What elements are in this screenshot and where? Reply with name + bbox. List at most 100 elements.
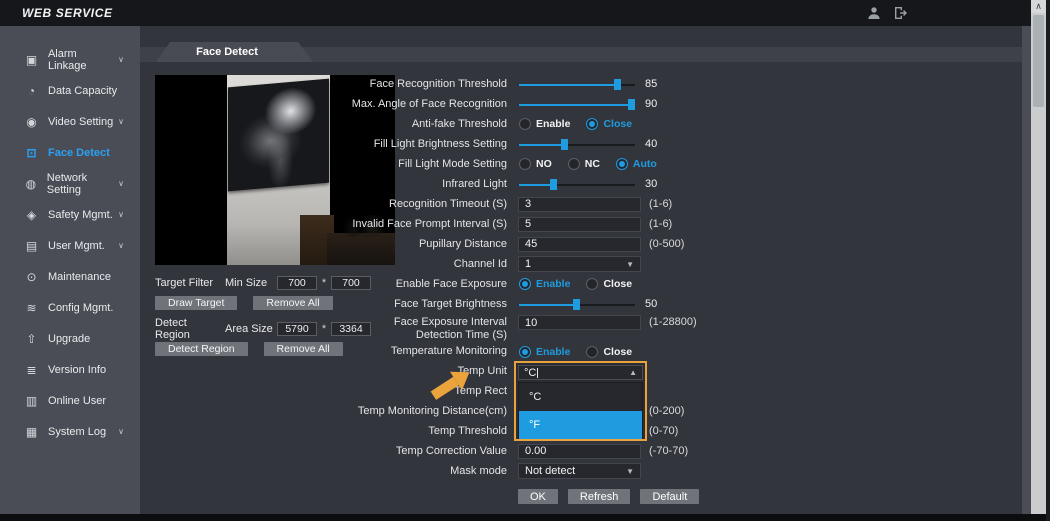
face-target-brightness-slider[interactable]: [519, 299, 635, 310]
anti-fake-enable-radio[interactable]: [519, 118, 531, 130]
pupillary-distance-input[interactable]: [518, 237, 641, 252]
field-label: Face Recognition Threshold: [300, 78, 513, 91]
temp-unit-select[interactable]: °C ▲: [518, 365, 643, 380]
field-label: Temp Threshold: [300, 425, 513, 438]
anti-fake-close-radio[interactable]: [586, 118, 598, 130]
field-label: Fill Light Mode Setting: [300, 158, 513, 171]
temp-unit-option-celsius[interactable]: °C: [519, 383, 642, 411]
chevron-down-icon: ∨: [118, 427, 124, 436]
temp-correction-value-input[interactable]: [518, 444, 641, 459]
system-log-icon: ▦: [24, 425, 39, 439]
draw-target-button[interactable]: Draw Target: [155, 296, 237, 310]
field-label: Temp Rect: [300, 385, 513, 398]
form-row: Temp Correction Value (-70-70): [300, 441, 780, 461]
field-label: Mask mode: [300, 465, 513, 478]
temperature-monitoring-close-radio[interactable]: [586, 346, 598, 358]
field-label: Temperature Monitoring: [300, 345, 513, 358]
field-label: Enable Face Exposure: [300, 278, 513, 291]
slider-value: 50: [645, 298, 657, 310]
form-row: Invalid Face Prompt Interval (S) (1-6): [300, 214, 780, 234]
range-hint: (0-500): [649, 238, 684, 250]
form-buttons: OK Refresh Default: [300, 489, 780, 504]
sidebar-item-online-user[interactable]: ▥ Online User: [0, 385, 140, 416]
form-row: Pupillary Distance (0-500): [300, 234, 780, 254]
sidebar-item-user-mgmt[interactable]: ▤ User Mgmt. ∨: [0, 230, 140, 261]
form-row: Anti-fake Threshold Enable Close: [300, 114, 780, 134]
scroll-up-icon[interactable]: ∧: [1031, 0, 1046, 13]
form-row: Face Exposure Interval Detection Time (S…: [300, 314, 780, 342]
refresh-button[interactable]: Refresh: [568, 489, 631, 504]
field-label: Infrared Light: [300, 178, 513, 191]
face-exposure-close-radio[interactable]: [586, 278, 598, 290]
chevron-down-icon: ∨: [118, 210, 124, 219]
invalid-face-prompt-interval-input[interactable]: [518, 217, 641, 232]
form-row: Infrared Light 30: [300, 174, 780, 194]
detect-region-label: Detect Region: [155, 317, 217, 341]
face-recognition-threshold-slider[interactable]: [519, 79, 635, 90]
sidebar-item-safety-mgmt[interactable]: ◈ Safety Mgmt. ∨: [0, 199, 140, 230]
form-row: Mask mode Not detect ▼: [300, 461, 780, 481]
form-row: Channel Id 1 ▼: [300, 254, 780, 274]
field-label: Invalid Face Prompt Interval (S): [300, 218, 513, 231]
range-hint: (-70-70): [649, 445, 688, 457]
temp-unit-option-fahrenheit[interactable]: °F: [519, 411, 642, 439]
field-label: Channel Id: [300, 258, 513, 271]
sidebar-item-alarm-linkage[interactable]: ▣ Alarm Linkage ∨: [0, 44, 140, 75]
sidebar-item-face-detect[interactable]: ⊡ Face Detect: [0, 137, 140, 168]
sidebar-item-video-setting[interactable]: ◉ Video Setting ∨: [0, 106, 140, 137]
user-icon[interactable]: [866, 5, 882, 21]
upgrade-icon: ⇧: [24, 332, 39, 346]
range-hint: (1-6): [649, 198, 672, 210]
face-exposure-enable-radio[interactable]: [519, 278, 531, 290]
vertical-scrollbar[interactable]: ∧: [1031, 0, 1046, 521]
slider-value: 85: [645, 78, 657, 90]
range-hint: (1-28800): [649, 316, 697, 328]
sidebar-item-system-log[interactable]: ▦ System Log ∨: [0, 416, 140, 447]
field-label: Temp Monitoring Distance(cm): [300, 405, 513, 418]
channel-id-select[interactable]: 1 ▼: [518, 256, 641, 272]
app-logo: WEB SERVICE: [22, 6, 113, 20]
detect-region-button[interactable]: Detect Region: [155, 342, 248, 356]
dropdown-arrow-icon: ▼: [626, 260, 634, 269]
field-label: Face Exposure Interval Detection Time (S…: [300, 314, 513, 342]
ok-button[interactable]: OK: [518, 489, 558, 504]
sidebar-item-data-capacity[interactable]: ◔ Data Capacity: [0, 75, 140, 106]
bottom-edge: [0, 514, 1046, 521]
sidebar-item-version-info[interactable]: ≣ Version Info: [0, 354, 140, 385]
min-size-label: Min Size: [225, 277, 277, 289]
mask-mode-select[interactable]: Not detect ▼: [518, 463, 641, 479]
slider-value: 30: [645, 178, 657, 190]
sidebar-item-maintenance[interactable]: ⊙ Maintenance: [0, 261, 140, 292]
scrollbar-thumb[interactable]: [1033, 15, 1044, 107]
form-row: Recognition Timeout (S) (1-6): [300, 194, 780, 214]
form-row: Fill Light Mode Setting NO NC Auto: [300, 154, 780, 174]
target-filter-label: Target Filter: [155, 277, 217, 289]
temp-unit-value: °C: [524, 367, 536, 379]
recognition-timeout-input[interactable]: [518, 197, 641, 212]
fill-light-no-radio[interactable]: [519, 158, 531, 170]
maintenance-icon: ⊙: [24, 270, 39, 284]
max-angle-slider[interactable]: [519, 99, 635, 110]
chevron-down-icon: ∨: [118, 55, 124, 64]
window-edge: [1046, 0, 1050, 521]
logout-icon[interactable]: [892, 5, 908, 21]
fill-light-nc-radio[interactable]: [568, 158, 580, 170]
default-button[interactable]: Default: [640, 489, 699, 504]
form-row: Fill Light Brightness Setting 40: [300, 134, 780, 154]
fill-light-brightness-slider[interactable]: [519, 139, 635, 150]
dropdown-arrow-up-icon: ▲: [629, 368, 637, 377]
network-setting-icon: ◍: [24, 177, 38, 191]
fill-light-auto-radio[interactable]: [616, 158, 628, 170]
slider-value: 40: [645, 138, 657, 150]
temperature-monitoring-enable-radio[interactable]: [519, 346, 531, 358]
data-capacity-icon: ◔: [24, 84, 39, 98]
form-row: Enable Face Exposure Enable Close: [300, 274, 780, 294]
sidebar-item-upgrade[interactable]: ⇧ Upgrade: [0, 323, 140, 354]
field-label: Face Target Brightness: [300, 298, 513, 311]
sidebar-item-config-mgmt[interactable]: ≋ Config Mgmt.: [0, 292, 140, 323]
face-exposure-interval-input[interactable]: [518, 315, 641, 330]
temp-unit-highlight-box: °C ▲ °C °F: [514, 361, 647, 441]
video-setting-icon: ◉: [24, 115, 39, 129]
sidebar-item-network-setting[interactable]: ◍ Network Setting ∨: [0, 168, 140, 199]
infrared-light-slider[interactable]: [519, 179, 635, 190]
